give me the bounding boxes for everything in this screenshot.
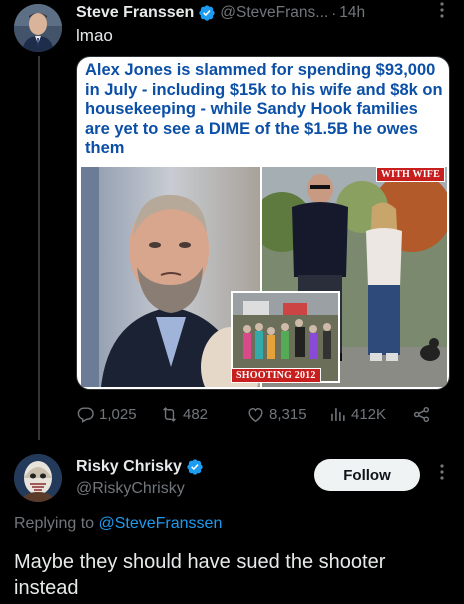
- reply-button[interactable]: 1,025: [76, 405, 137, 424]
- views-count: 412K: [351, 406, 387, 423]
- article-headline: Alex Jones is slammed for spending $93,0…: [85, 61, 443, 157]
- like-count: 8,315: [269, 406, 307, 423]
- reply-header: Risky Chrisky: [76, 458, 204, 476]
- retweet-button[interactable]: 482: [160, 405, 208, 424]
- tweet-text: lmao: [76, 26, 113, 45]
- caption-tag-wife: WITH WIFE: [375, 167, 445, 182]
- verified-badge-icon: [198, 4, 216, 22]
- tweet-timestamp[interactable]: 14h: [339, 4, 365, 22]
- tweet-header: Steve Franssen @SteveFrans... · 14h: [76, 3, 365, 23]
- verified-badge-icon: [186, 458, 204, 476]
- views-icon: [331, 408, 345, 421]
- retweet-count: 482: [183, 406, 209, 423]
- reply-avatar[interactable]: [14, 454, 62, 502]
- like-button[interactable]: 8,315: [246, 405, 307, 424]
- retweet-icon: [163, 407, 176, 422]
- separator-dot: ·: [331, 4, 337, 22]
- views-button[interactable]: 412K: [328, 405, 386, 424]
- more-dots-icon[interactable]: [434, 462, 450, 487]
- author-handle[interactable]: @SteveFrans...: [220, 4, 328, 22]
- thread-connector-line: [38, 56, 40, 440]
- replying-to-mention[interactable]: @SteveFranssen: [99, 515, 223, 532]
- reply-icon: [77, 407, 94, 423]
- follow-button[interactable]: Follow: [314, 459, 420, 491]
- heart-icon: [248, 408, 263, 423]
- tweet-action-bar: 1,025 482 8,315 412K: [76, 405, 448, 427]
- tweet-media[interactable]: Alex Jones is slammed for spending $93,0…: [76, 56, 450, 390]
- more-dots-icon[interactable]: [434, 0, 450, 25]
- share-button[interactable]: [412, 405, 435, 424]
- share-icon: [413, 406, 430, 423]
- author-display-name[interactable]: Steve Franssen: [76, 4, 194, 22]
- reply-count: 1,025: [99, 406, 137, 423]
- reply-author-handle[interactable]: @RiskyChrisky: [76, 480, 185, 498]
- caption-tag-shooting: SHOOTING 2012: [231, 368, 321, 383]
- reply-author-display-name[interactable]: Risky Chrisky: [76, 458, 182, 476]
- replying-to-prefix: Replying to: [14, 515, 95, 532]
- reply-avatar-image: [14, 454, 62, 502]
- photo-collage: WITH WIFE SHOOTING 2012: [81, 167, 447, 387]
- replying-to-line: Replying to @SteveFranssen: [14, 515, 222, 533]
- reply-text: Maybe they should have sued the shooter …: [14, 551, 386, 599]
- avatar[interactable]: [14, 4, 62, 52]
- avatar-image: [14, 4, 62, 52]
